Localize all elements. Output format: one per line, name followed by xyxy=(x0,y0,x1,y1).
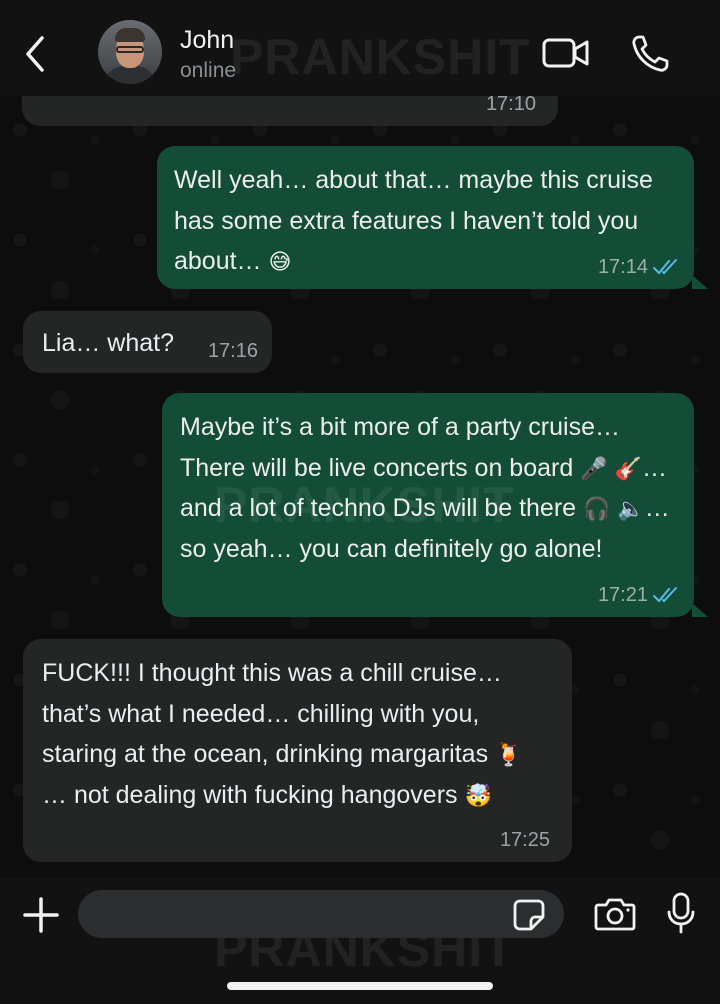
camera-icon[interactable] xyxy=(594,896,636,932)
headphones-emoji-icon: 🎧 xyxy=(583,496,611,522)
back-arrow-icon[interactable] xyxy=(20,34,50,74)
contact-name[interactable]: John xyxy=(180,26,234,55)
sweat-smile-emoji-icon: 😅 xyxy=(268,249,292,275)
message-bubble-incoming[interactable]: Lia… what? 17:16 xyxy=(23,311,272,373)
message-time: 17:14 xyxy=(597,256,648,278)
microphone-icon[interactable] xyxy=(666,892,696,934)
chat-header: John online xyxy=(0,0,720,96)
exploding-head-emoji-icon: 🤯 xyxy=(464,782,492,808)
speaker-emoji-icon: 🔈 xyxy=(617,496,645,522)
sticker-icon[interactable] xyxy=(512,898,546,932)
video-call-icon[interactable] xyxy=(542,36,590,70)
tropical-drink-emoji-icon: 🍹 xyxy=(495,742,523,768)
guitar-emoji-icon: 🎸 xyxy=(614,455,642,481)
message-bubble-outgoing[interactable]: Well yeah… about that… maybe this cruise… xyxy=(157,146,708,289)
microphone-emoji-icon: 🎤 xyxy=(580,455,608,481)
message-bubble-incoming[interactable]: FUCK!!! I thought this was a chill cruis… xyxy=(23,639,572,862)
message-time: 17:16 xyxy=(207,340,258,362)
home-indicator[interactable] xyxy=(227,982,493,990)
message-text: Maybe it’s a bit more of a party cruise…… xyxy=(180,413,670,563)
message-time: 17:21 xyxy=(597,584,648,606)
avatar[interactable] xyxy=(98,20,162,84)
message-time: 17:25 xyxy=(499,829,550,851)
read-ticks-icon xyxy=(653,587,677,603)
message-text: FUCK!!! I thought this was a chill cruis… xyxy=(42,659,523,809)
message-input[interactable] xyxy=(78,890,564,938)
read-ticks-icon xyxy=(653,259,677,275)
message-text: Lia… what? xyxy=(42,329,175,357)
message-bubble-outgoing[interactable]: Maybe it’s a bit more of a party cruise…… xyxy=(162,393,708,617)
contact-status: online xyxy=(180,59,237,82)
phone-call-icon[interactable] xyxy=(630,34,670,74)
plus-icon[interactable] xyxy=(22,896,60,934)
